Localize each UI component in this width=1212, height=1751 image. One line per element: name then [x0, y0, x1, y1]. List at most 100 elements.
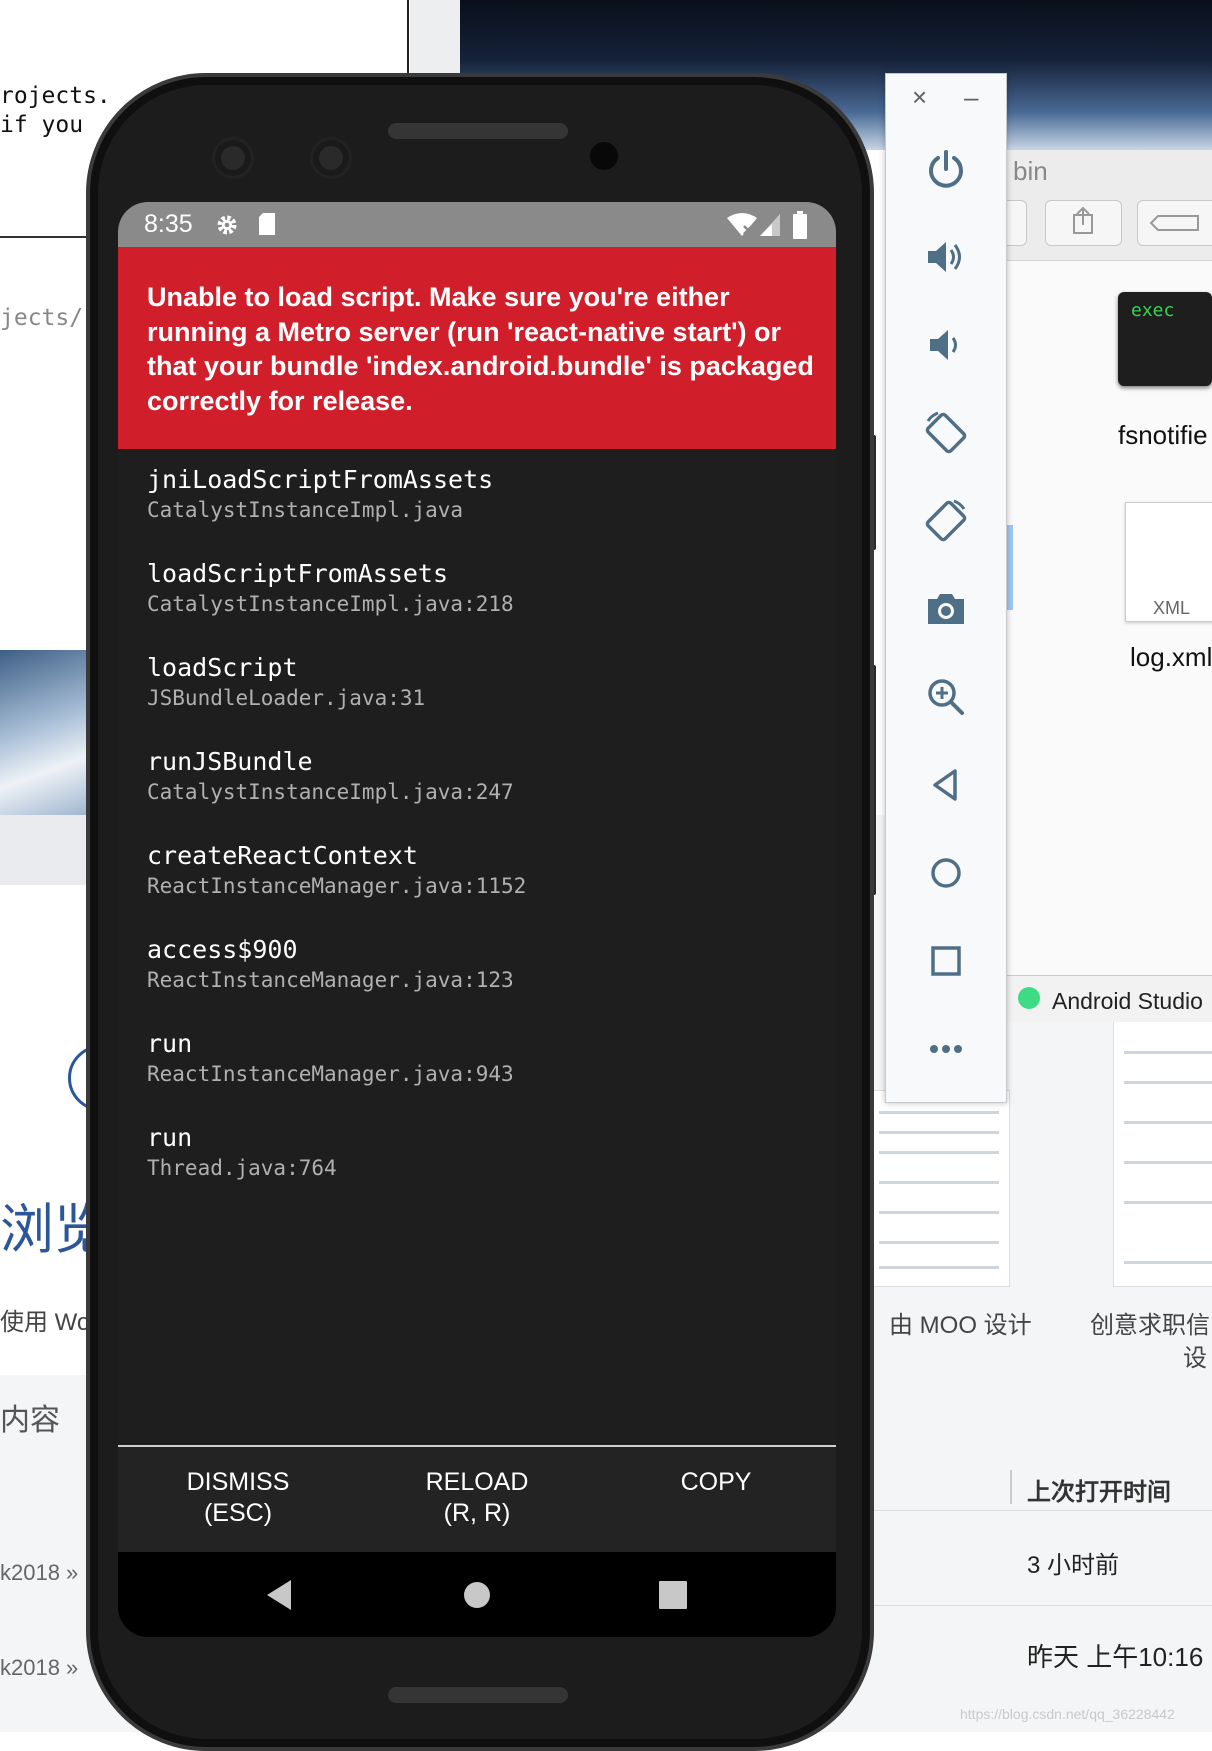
overview-icon	[931, 946, 961, 976]
zoom-button[interactable]	[886, 662, 1006, 732]
more-button[interactable]	[886, 1014, 1006, 1084]
stack-method: jniLoadScriptFromAssets	[147, 465, 494, 494]
copy-button[interactable]: COPY	[596, 1467, 836, 1498]
template-thumbnail[interactable]	[1113, 1020, 1212, 1287]
last-opened-time: 昨天 上午10:16	[1027, 1642, 1204, 1672]
finder-path: bin	[1013, 156, 1048, 186]
stack-method: loadScript	[147, 653, 298, 682]
template-caption: ，由 MOO 设计	[865, 1312, 1032, 1339]
emulator-toolbar: × –	[885, 73, 1007, 1103]
error-message: Unable to load script. Make sure you're …	[147, 282, 814, 416]
volume-up-icon	[928, 242, 961, 272]
camera-icon	[928, 594, 964, 624]
recent-file-path[interactable]: k2018 »	[0, 1655, 78, 1681]
table-divider	[860, 1510, 1212, 1511]
stack-frame[interactable]: run Thread.java:764	[147, 1122, 817, 1216]
signal-icon	[760, 214, 780, 236]
overview-button[interactable]	[886, 926, 1006, 996]
watermark: https://blog.csdn.net/qq_36228442	[960, 1706, 1175, 1722]
word-toolbar	[0, 815, 90, 885]
more-icon	[930, 1045, 962, 1053]
front-camera	[310, 137, 352, 179]
share-button[interactable]	[1045, 200, 1122, 246]
tag-button[interactable]	[1137, 200, 1212, 246]
home-button[interactable]	[886, 838, 1006, 908]
dismiss-button[interactable]: DISMISS (ESC)	[118, 1467, 358, 1529]
terminal-divider	[0, 236, 90, 238]
rotate-left-button[interactable]	[886, 398, 1006, 468]
file-name[interactable]: log.xml	[1130, 642, 1212, 673]
battery-icon	[793, 211, 807, 239]
android-nav-bar	[118, 1552, 836, 1637]
home-icon	[931, 858, 961, 888]
volume-up-button[interactable]	[886, 222, 1006, 292]
stack-frame[interactable]: jniLoadScriptFromAssets CatalystInstance…	[147, 464, 817, 558]
minimize-button[interactable]: –	[964, 82, 978, 113]
stack-location: CatalystInstanceImpl.java:247	[147, 780, 514, 804]
copy-label: COPY	[680, 1468, 752, 1496]
stack-frame[interactable]: loadScriptFromAssets CatalystInstanceImp…	[147, 558, 817, 652]
stack-method: createReactContext	[147, 841, 418, 870]
stack-location: CatalystInstanceImpl.java	[147, 498, 464, 522]
wifi-icon	[727, 213, 757, 236]
rotate-right-button[interactable]	[886, 486, 1006, 556]
stack-method: access$900	[147, 935, 298, 964]
rotate-left-icon	[925, 411, 967, 454]
phone-screen: 8:35 Unable to load script. Make sure yo…	[118, 202, 836, 1637]
back-icon	[933, 769, 957, 801]
sd-card-icon	[259, 213, 275, 235]
nav-overview-icon[interactable]	[658, 1580, 688, 1610]
exec-icon-label: exec	[1131, 300, 1175, 321]
xml-icon-label: XML	[1153, 598, 1191, 618]
terminal-line: if you	[0, 112, 84, 138]
column-header-last-opened[interactable]: 上次打开时间	[1027, 1472, 1171, 1507]
front-camera	[212, 137, 254, 179]
stack-frame[interactable]: loadScript JSBundleLoader.java:31	[147, 652, 817, 746]
stack-frame[interactable]: runJSBundle CatalystInstanceImpl.java:24…	[147, 746, 817, 840]
power-button[interactable]	[886, 134, 1006, 204]
file-name[interactable]: fsnotifie	[1118, 420, 1208, 451]
dismiss-shortcut: (ESC)	[203, 1499, 273, 1527]
stack-method: runJSBundle	[147, 747, 313, 776]
stack-location: ReactInstanceManager.java:1152	[147, 874, 527, 898]
stack-location: Thread.java:764	[147, 1156, 337, 1180]
close-button[interactable]: ×	[912, 82, 927, 113]
stack-method: run	[147, 1123, 193, 1152]
rotate-right-icon	[925, 499, 967, 542]
android-studio-icon	[1018, 987, 1040, 1009]
template-caption: 设	[1183, 1345, 1207, 1372]
last-opened-time: 3 小时前	[1027, 1552, 1120, 1579]
stack-location: JSBundleLoader.java:31	[147, 686, 426, 710]
column-separator	[1010, 1470, 1012, 1504]
terminal-line: rojects.	[0, 83, 111, 109]
android-studio-label[interactable]: Android Studio	[1052, 988, 1203, 1015]
recent-file-path[interactable]: k2018 »	[0, 1560, 78, 1586]
stack-frame[interactable]: run ReactInstanceManager.java:943	[147, 1028, 817, 1122]
screenshot-button[interactable]	[886, 574, 1006, 644]
stack-location: ReactInstanceManager.java:123	[147, 968, 514, 992]
zoom-icon	[928, 679, 964, 715]
stack-method: run	[147, 1029, 193, 1058]
table-divider	[860, 1605, 1212, 1606]
template-caption: 创意求职信	[1090, 1312, 1210, 1339]
stack-frame[interactable]: createReactContext ReactInstanceManager.…	[147, 840, 817, 934]
nav-home-icon[interactable]	[461, 1579, 493, 1611]
dismiss-label: DISMISS	[186, 1468, 290, 1496]
earpiece-speaker	[388, 123, 568, 139]
stack-method: loadScriptFromAssets	[147, 559, 449, 588]
volume-down-button[interactable]	[886, 310, 1006, 380]
share-icon	[1073, 206, 1093, 234]
template-caption-left: 使用 Wo	[0, 1309, 91, 1336]
reload-label: RELOAD	[425, 1468, 529, 1496]
status-bar: 8:35	[118, 202, 836, 247]
back-button[interactable]	[886, 750, 1006, 820]
power-icon	[929, 150, 963, 188]
template-thumbnail[interactable]	[868, 1090, 1010, 1287]
stack-frame[interactable]: access$900 ReactInstanceManager.java:123	[147, 934, 817, 1028]
status-time: 8:35	[144, 210, 193, 238]
nav-back-icon[interactable]	[263, 1578, 295, 1612]
proximity-sensor	[590, 142, 618, 170]
content-heading: 内容	[0, 1404, 60, 1437]
desktop-wallpaper-left	[0, 650, 90, 815]
reload-button[interactable]: RELOAD (R, R)	[357, 1467, 597, 1529]
